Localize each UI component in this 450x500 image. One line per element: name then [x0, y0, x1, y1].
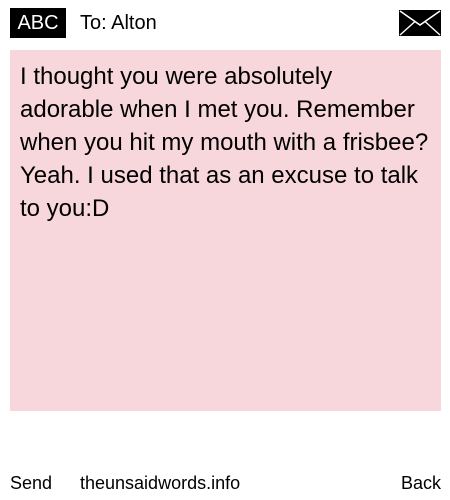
envelope-icon[interactable] — [399, 10, 441, 36]
message-text: I thought you were absolutely adorable w… — [20, 63, 429, 222]
header-bar: ABC To: Alton — [0, 0, 450, 44]
send-button[interactable]: Send — [10, 468, 52, 498]
footer-bar: Send theunsaidwords.info Back — [0, 468, 450, 498]
recipient-label: To: Alton — [80, 12, 157, 34]
input-mode-badge[interactable]: ABC — [10, 8, 66, 38]
message-body[interactable]: I thought you were absolutely adorable w… — [10, 50, 441, 411]
site-link[interactable]: theunsaidwords.info — [80, 468, 240, 498]
back-button[interactable]: Back — [401, 468, 441, 498]
